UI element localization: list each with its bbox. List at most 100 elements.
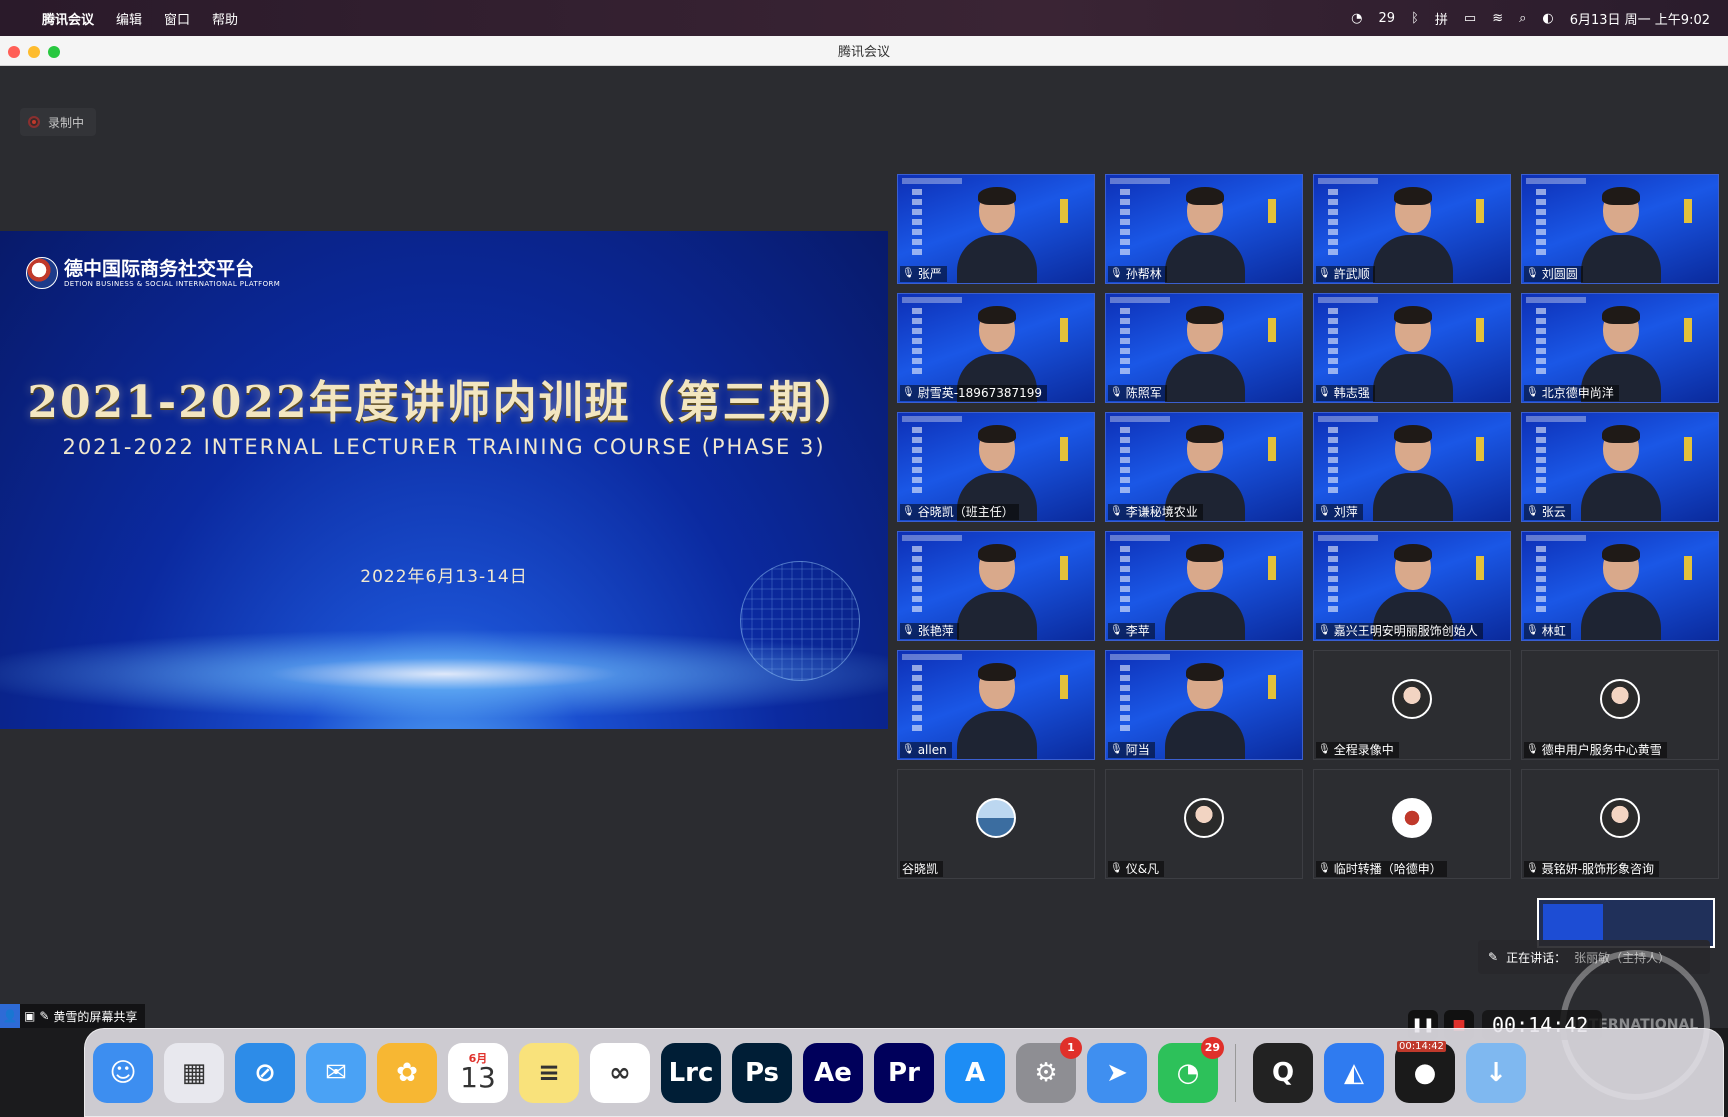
participant-tile[interactable]: 🎙 北京德申尚洋 bbox=[1521, 293, 1719, 403]
background-flag bbox=[1684, 318, 1692, 342]
dock-wechat-icon[interactable]: ◔ 29 bbox=[1158, 1036, 1224, 1103]
mic-icon: 🎙 bbox=[1318, 268, 1331, 279]
participant-tile[interactable]: 🎙 林虹 bbox=[1521, 531, 1719, 641]
participant-tile[interactable]: 🎙 陈照军 bbox=[1105, 293, 1303, 403]
dock-quicktime-icon[interactable]: Q bbox=[1253, 1042, 1313, 1103]
control-center-icon[interactable]: ◐ bbox=[1542, 11, 1553, 26]
participant-tile[interactable]: 🎙 德申用户服务中心黄雪 bbox=[1521, 650, 1719, 760]
background-text bbox=[912, 665, 922, 735]
participant-video bbox=[957, 187, 1037, 283]
participant-tile[interactable]: 🎙 allen bbox=[897, 650, 1095, 760]
participant-name: 张艳萍 bbox=[917, 624, 954, 638]
menu-edit[interactable]: 编辑 bbox=[116, 9, 142, 28]
background-banner bbox=[1526, 178, 1586, 184]
participant-tile[interactable]: 🎙 阿当 bbox=[1105, 650, 1303, 760]
participant-name-label: 🎙 德申用户服务中心黄雪 bbox=[1524, 742, 1667, 758]
mic-icon: 🎙 bbox=[902, 268, 915, 279]
dock-app-store-icon[interactable]: A bbox=[945, 1042, 1005, 1103]
minimize-window-button[interactable] bbox=[28, 46, 40, 58]
participant-tile[interactable]: 🎙 嘉兴王明安明丽服饰创始人 bbox=[1313, 531, 1511, 641]
wechat-icon[interactable]: ◔ bbox=[1351, 11, 1362, 26]
dock-premiere-pro-icon[interactable]: Pr bbox=[874, 1042, 934, 1103]
participant-tile[interactable]: 🎙 李苹 bbox=[1105, 531, 1303, 641]
dock-photoshop-icon[interactable]: Ps bbox=[732, 1042, 792, 1103]
participant-tile[interactable]: 🎙 仪&凡 bbox=[1105, 769, 1303, 879]
participant-tile[interactable]: 🎙 刘圆圆 bbox=[1521, 174, 1719, 284]
dock-lightroom-classic-icon[interactable]: Lrc bbox=[661, 1042, 721, 1103]
dock-glyph: ✿ bbox=[396, 1057, 418, 1088]
participant-tile[interactable]: 🎙 谷晓凯（班主任） bbox=[897, 412, 1095, 522]
mic-icon: 🎙 bbox=[902, 625, 915, 636]
background-text bbox=[912, 189, 922, 259]
background-banner bbox=[1110, 654, 1170, 660]
slide-date: 2022年6月13-14日 bbox=[360, 567, 528, 587]
participant-name: 刘萍 bbox=[1333, 505, 1358, 519]
participant-tile[interactable]: 🎙 孙帮林 bbox=[1105, 174, 1303, 284]
battery-icon[interactable]: ▭ bbox=[1464, 11, 1476, 26]
dock-launchpad-icon[interactable]: ▦ bbox=[164, 1042, 224, 1103]
dock-calendar-icon[interactable]: 6月 13 bbox=[448, 1042, 508, 1103]
window-controls bbox=[8, 46, 60, 58]
background-flag bbox=[1684, 556, 1692, 580]
menu-window[interactable]: 窗口 bbox=[164, 9, 190, 28]
participant-name-label: 🎙 刘萍 bbox=[1316, 504, 1363, 520]
participant-name: 李苹 bbox=[1125, 624, 1150, 638]
dock-glyph: A bbox=[964, 1057, 986, 1088]
participant-name-label: 🎙 李谦秘境农业 bbox=[1108, 504, 1203, 520]
participant-name-label: 🎙 北京德申尚洋 bbox=[1524, 385, 1619, 401]
participant-tile[interactable]: 🎙 临时转播（哈德申） bbox=[1313, 769, 1511, 879]
dock-glyph: ☺ bbox=[109, 1057, 137, 1088]
participant-tile[interactable]: 谷晓凯 bbox=[897, 769, 1095, 879]
dock-screen-recorder-icon[interactable]: ● 00:14:42 bbox=[1395, 1040, 1455, 1103]
participant-name: 韩志强 bbox=[1333, 386, 1370, 400]
dock-system-preferences-icon[interactable]: ⚙ 1 bbox=[1016, 1036, 1082, 1103]
dock-after-effects-icon[interactable]: Ae bbox=[803, 1042, 863, 1103]
close-window-button[interactable] bbox=[8, 46, 20, 58]
background-text bbox=[912, 427, 922, 497]
dock-safari-icon[interactable]: ⊘ bbox=[235, 1042, 295, 1103]
participant-avatar bbox=[976, 798, 1016, 838]
participant-name: 林虹 bbox=[1541, 624, 1566, 638]
dock-mail-icon[interactable]: ✉ bbox=[306, 1042, 366, 1103]
mic-icon: 🎙 bbox=[1318, 625, 1331, 636]
participant-name: 孙帮林 bbox=[1125, 267, 1162, 281]
background-flag bbox=[1268, 199, 1276, 223]
spotlight-search-icon[interactable]: ⌕ bbox=[1519, 11, 1526, 26]
app-menu[interactable]: 腾讯会议 bbox=[42, 9, 94, 28]
participant-tile[interactable]: 🎙 許武顺 bbox=[1313, 174, 1511, 284]
mic-icon: 🎙 bbox=[1110, 625, 1123, 636]
participant-tile[interactable]: 🎙 全程录像中 bbox=[1313, 650, 1511, 760]
dock-notes-icon[interactable]: ≡ bbox=[519, 1042, 579, 1103]
participant-video bbox=[1165, 544, 1245, 640]
participant-name: 北京德申尚洋 bbox=[1541, 386, 1614, 400]
recording-badge[interactable]: 录制中 bbox=[20, 108, 97, 136]
participant-name-label: 🎙 allen bbox=[900, 742, 952, 758]
screen-share-label[interactable]: 👤 ▣ ✎ 黄雪的屏幕共享 bbox=[0, 1004, 146, 1028]
wifi-icon[interactable]: ≋ bbox=[1492, 11, 1503, 26]
participant-tile[interactable]: 🎙 尉雪英-18967387199 bbox=[897, 293, 1095, 403]
participant-tile[interactable]: 🎙 张云 bbox=[1521, 412, 1719, 522]
participant-name: 谷晓凯 bbox=[902, 862, 939, 876]
zoom-window-button[interactable] bbox=[48, 46, 60, 58]
dock-feishu-icon[interactable]: ➤ bbox=[1087, 1042, 1147, 1103]
participant-tile[interactable]: 🎙 李谦秘境农业 bbox=[1105, 412, 1303, 522]
participant-tile[interactable]: 🎙 张艳萍 bbox=[897, 531, 1095, 641]
menubar-clock[interactable]: 6月13日 周一 上午9:02 bbox=[1570, 9, 1710, 28]
dock-baidu-netdisk-icon[interactable]: ∞ bbox=[590, 1042, 650, 1103]
participant-tile[interactable]: 🎙 韩志强 bbox=[1313, 293, 1511, 403]
dock-finder-icon[interactable]: ☺ bbox=[93, 1042, 153, 1103]
participant-name-label: 🎙 韩志强 bbox=[1316, 385, 1375, 401]
background-text bbox=[1536, 189, 1546, 259]
dock-glyph: ✉ bbox=[325, 1057, 347, 1088]
menu-help[interactable]: 帮助 bbox=[212, 9, 238, 28]
dock-photos-icon[interactable]: ✿ bbox=[377, 1042, 437, 1103]
bluetooth-icon[interactable]: ᛒ bbox=[1411, 11, 1419, 26]
participant-tile[interactable]: 🎙 张严 bbox=[897, 174, 1095, 284]
dock-downloads-icon[interactable]: ↓ bbox=[1466, 1042, 1526, 1103]
participant-tile[interactable]: 🎙 聂铭妍-服饰形象咨询 bbox=[1521, 769, 1719, 879]
input-method-icon[interactable]: 拼 bbox=[1435, 9, 1448, 28]
dock-glyph: Q bbox=[1271, 1057, 1295, 1088]
dock-tencent-meeting-icon[interactable]: ◭ bbox=[1324, 1042, 1384, 1103]
participant-tile[interactable]: 🎙 刘萍 bbox=[1313, 412, 1511, 522]
background-banner bbox=[1110, 297, 1170, 303]
